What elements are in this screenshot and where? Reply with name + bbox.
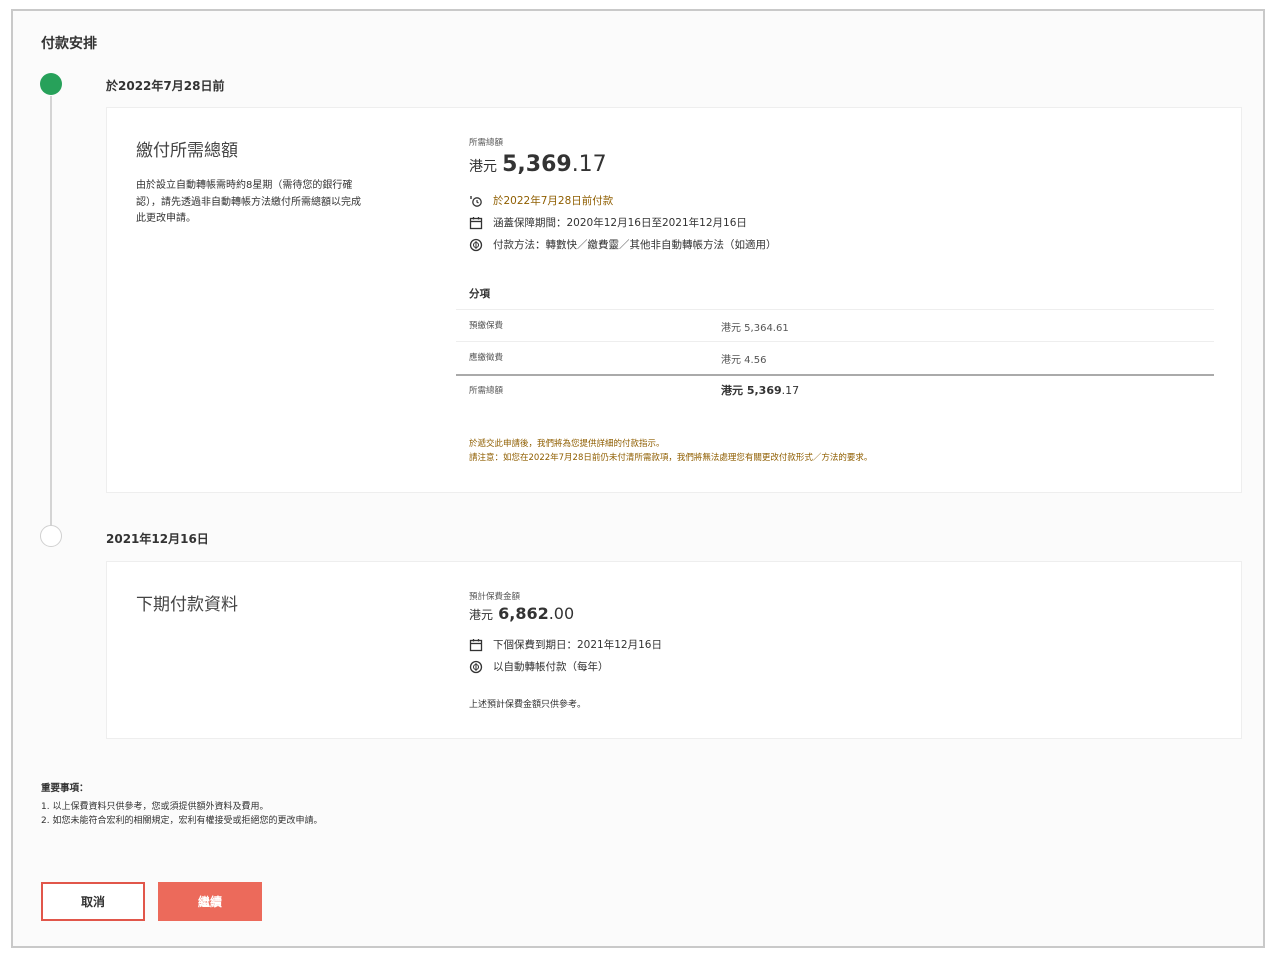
card-title: 下期付款資料 xyxy=(136,595,238,615)
important-list: 1. 以上保費資料只供參考，您或須提供額外資料及費用。 2. 如您未能符合宏利的… xyxy=(41,800,322,828)
breakdown-value-total: 港元 5,369.17 xyxy=(721,382,799,398)
divider xyxy=(456,309,1214,310)
breakdown-value-premium: 港元 5,364.61 xyxy=(721,323,789,334)
note-line: 請注意：如您在2022年7月28日前仍未付清所需款項，我們將無法處理您有關更改付… xyxy=(469,453,873,463)
note-line: 於遞交此申請後，我們將為您提供詳細的付款指示。 xyxy=(469,439,665,449)
payment-icon xyxy=(469,238,483,252)
payment-icon xyxy=(469,660,483,674)
important-title: 重要事項： xyxy=(41,783,89,794)
step1-date: 於2022年7月28日前 xyxy=(106,79,225,93)
amount-currency: 港元 xyxy=(469,608,494,622)
total-value-integer: 港元 5,369 xyxy=(721,384,782,397)
info-text: 涵蓋保障期間：2020年12月16日至2021年12月16日 xyxy=(493,217,747,229)
amount-decimal: .17 xyxy=(571,152,607,177)
amount-integer: 6,862 xyxy=(498,604,549,623)
timeline-line xyxy=(50,96,52,526)
info-row-autopay: 以自動轉帳付款（每年） xyxy=(469,659,609,674)
total-value-decimal: .17 xyxy=(781,384,800,397)
info-text: 於2022年7月28日前付款 xyxy=(493,195,614,207)
breakdown-title: 分項 xyxy=(469,288,490,300)
clock-icon xyxy=(469,194,483,208)
breakdown-value-levy: 港元 4.56 xyxy=(721,355,767,366)
amount-label: 所需總額 xyxy=(469,138,504,148)
page-frame: 付款安排 於2022年7月28日前 繳付所需總額 由於設立自動轉帳需時約8星期（… xyxy=(11,9,1265,948)
info-text: 付款方法：轉數快／繳費靈／其他非自動轉帳方法（如適用） xyxy=(493,239,777,251)
calendar-icon xyxy=(469,216,483,230)
page-title: 付款安排 xyxy=(41,36,97,52)
total-payment-card: 繳付所需總額 由於設立自動轉帳需時約8星期（需待您的銀行確 認），請先透過非自動… xyxy=(106,107,1242,493)
description-line: 由於設立自動轉帳需時約8星期（需待您的銀行確 xyxy=(136,180,353,191)
timeline-dot-upcoming xyxy=(40,525,62,547)
info-row-period: 涵蓋保障期間：2020年12月16日至2021年12月16日 xyxy=(469,215,747,230)
info-row-due: 於2022年7月28日前付款 xyxy=(469,193,613,208)
info-text: 下個保費到期日：2021年12月16日 xyxy=(493,639,662,651)
amount-currency: 港元 xyxy=(469,159,497,175)
amount-integer: 5,369 xyxy=(502,152,572,177)
divider xyxy=(456,341,1214,342)
description-line: 此更改申請。 xyxy=(136,213,196,224)
next-payment-card: 下期付款資料 預計保費金額 港元 6,862.00 下個保費到期日：2021年1… xyxy=(106,561,1242,739)
info-row-next-due: 下個保費到期日：2021年12月16日 xyxy=(469,637,662,652)
card-description: 由於設立自動轉帳需時約8星期（需待您的銀行確 認），請先透過非自動轉帳方法繳付所… xyxy=(136,178,406,228)
card-title: 繳付所需總額 xyxy=(136,141,238,161)
info-text: 以自動轉帳付款（每年） xyxy=(493,661,609,673)
total-amount: 港元 5,369.17 xyxy=(469,152,607,177)
breakdown-label-premium: 預繳保費 xyxy=(469,321,504,331)
estimated-amount: 港元 6,862.00 xyxy=(469,604,574,623)
important-item: 1. 以上保費資料只供參考，您或須提供額外資料及費用。 xyxy=(41,802,269,812)
cancel-button[interactable]: 取消 xyxy=(41,882,145,921)
important-item: 2. 如您未能符合宏利的相關規定，宏利有權接受或拒絕您的更改申請。 xyxy=(41,816,323,826)
info-row-method: 付款方法：轉數快／繳費靈／其他非自動轉帳方法（如適用） xyxy=(469,237,777,252)
continue-button[interactable]: 繼續 xyxy=(158,882,262,921)
step2-date: 2021年12月16日 xyxy=(106,532,209,546)
payment-notes: 於遞交此申請後，我們將為您提供詳細的付款指示。 請注意：如您在2022年7月28… xyxy=(469,437,872,465)
timeline-dot-completed xyxy=(40,73,62,95)
reference-note: 上述預計保費金額只供參考。 xyxy=(469,700,587,710)
total-divider xyxy=(456,374,1214,376)
calendar-icon xyxy=(469,638,483,652)
description-line: 認），請先透過非自動轉帳方法繳付所需總額以完成 xyxy=(136,196,361,208)
breakdown-label-total: 所需總額 xyxy=(469,386,504,396)
breakdown-label-levy: 應繳徵費 xyxy=(469,353,504,363)
amount-label: 預計保費金額 xyxy=(469,592,521,602)
amount-decimal: .00 xyxy=(548,604,575,623)
